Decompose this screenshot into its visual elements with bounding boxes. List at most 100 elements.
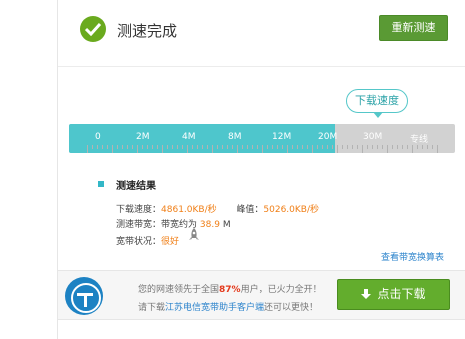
promo-line-1-prefix: 您的网速领先于全国: [138, 285, 220, 295]
client-download-link[interactable]: 江苏电信宽带助手客户端: [165, 303, 264, 313]
tick-mark: [162, 145, 163, 153]
tick-mark: [117, 145, 118, 149]
tick-mark: [247, 145, 248, 149]
tick-mark: [407, 145, 408, 149]
tick-mark: [437, 145, 438, 153]
tick-mark: [242, 145, 243, 149]
tick-mark: [427, 145, 428, 149]
tick-mark: [207, 145, 208, 149]
peak-label: 峰值：: [236, 205, 264, 215]
tick-mark: [97, 145, 98, 149]
bandwidth-row: 测速带宽：带宽约为 38.9 M: [116, 217, 231, 230]
tick-mark: [367, 145, 368, 149]
tick-mark: [287, 145, 288, 153]
tick-mark: [147, 145, 148, 149]
tick-mark: [167, 145, 168, 149]
tick-mark: [392, 145, 393, 149]
bar-label-0: 0: [95, 132, 101, 142]
download-button-label: 点击下载: [377, 287, 426, 301]
tick-mark: [172, 145, 173, 149]
download-speed-row: 下载速度：4861.0KB/秒 峰值：5026.0KB/秒: [116, 202, 319, 215]
status-label: 宽带状况：: [116, 237, 162, 247]
tick-mark: [187, 145, 188, 153]
status-row: 宽带状况：很好: [116, 234, 179, 247]
speed-bar-ticks: [87, 145, 438, 155]
promo-line-2-prefix: 请下载: [138, 303, 166, 313]
tick-mark: [352, 145, 353, 149]
tick-mark: [197, 145, 198, 149]
tick-mark: [432, 145, 433, 149]
tick-mark: [152, 145, 153, 149]
download-arrow-icon: [361, 289, 372, 299]
tick-mark: [127, 145, 128, 149]
tick-mark: [122, 145, 123, 149]
rocket-icon: [189, 228, 199, 240]
tick-mark: [342, 145, 343, 149]
tick-mark: [182, 145, 183, 149]
tick-mark: [192, 145, 193, 149]
tick-mark: [297, 145, 298, 149]
tick-mark: [332, 145, 333, 149]
tick-mark: [267, 145, 268, 149]
tick-mark: [327, 145, 328, 149]
tick-mark: [307, 145, 308, 149]
tick-mark: [137, 145, 138, 153]
tick-mark: [412, 145, 413, 153]
tick-mark: [397, 145, 398, 149]
result-title: 测速结果: [116, 181, 156, 192]
tick-mark: [252, 145, 253, 149]
promo-line-2: 请下载江苏电信宽带助手客户端还可以更快！: [138, 300, 318, 313]
tick-mark: [232, 145, 233, 149]
tick-mark: [142, 145, 143, 149]
bar-label-8m: 8M: [228, 132, 242, 142]
bar-label-dedicated: 专线: [410, 135, 429, 145]
tick-mark: [382, 145, 383, 149]
peak-value: 5026.0KB/秒: [263, 205, 319, 215]
tick-mark: [257, 145, 258, 149]
tick-mark: [157, 145, 158, 149]
bandwidth-label: 测速带宽：带宽约为: [116, 220, 198, 230]
tick-mark: [282, 145, 283, 149]
bar-label-2m: 2M: [136, 132, 150, 142]
bandwidth-table-link[interactable]: 查看带宽换算表: [381, 250, 444, 263]
tick-mark: [322, 145, 323, 149]
bar-label-4m: 4M: [182, 132, 196, 142]
tick-mark: [237, 145, 238, 153]
check-circle-icon: [80, 16, 106, 42]
tick-mark: [92, 145, 93, 149]
bar-label-30m: 30M: [363, 132, 383, 142]
tick-mark: [112, 145, 113, 153]
retest-button[interactable]: 重新测速: [379, 15, 448, 41]
tick-mark: [422, 145, 423, 149]
bandwidth-value: 38.9: [199, 220, 220, 230]
tick-mark: [217, 145, 218, 149]
speed-test-panel: 测速完成 重新测速 下载速度 0 2M 4M 8M 12M 20M 30M 专线…: [57, 0, 465, 339]
promo-line-2-suffix: 还可以更快！: [264, 303, 319, 313]
tick-mark: [377, 145, 378, 149]
promo-percent: 87%: [219, 285, 241, 295]
tick-mark: [202, 145, 203, 149]
tick-mark: [387, 145, 388, 153]
promo-line-1: 您的网速领先于全国87%用户，已火力全开！: [138, 282, 322, 295]
promo-footer: 您的网速领先于全国87%用户，已火力全开！ 请下载江苏电信宽带助手客户端还可以更…: [58, 270, 465, 320]
tick-mark: [132, 145, 133, 149]
tick-mark: [222, 145, 223, 149]
tick-mark: [337, 145, 338, 153]
download-speed-bubble: 下载速度: [346, 89, 408, 118]
tick-mark: [272, 145, 273, 149]
telecom-logo-icon: [65, 277, 103, 315]
status-value: 很好: [161, 237, 180, 247]
tick-mark: [107, 145, 108, 149]
download-speed-value: 4861.0KB/秒: [161, 205, 217, 215]
bandwidth-unit: M: [222, 220, 231, 230]
download-button[interactable]: 点击下载: [337, 279, 450, 310]
tick-mark: [177, 145, 178, 149]
tick-mark: [262, 145, 263, 153]
tick-mark: [357, 145, 358, 149]
tick-mark: [227, 145, 228, 149]
tick-mark: [212, 145, 213, 153]
promo-line-1-suffix: 用户，已火力全开！: [240, 285, 322, 295]
bar-label-12m: 12M: [272, 132, 292, 142]
tick-mark: [302, 145, 303, 149]
tick-mark: [372, 145, 373, 149]
